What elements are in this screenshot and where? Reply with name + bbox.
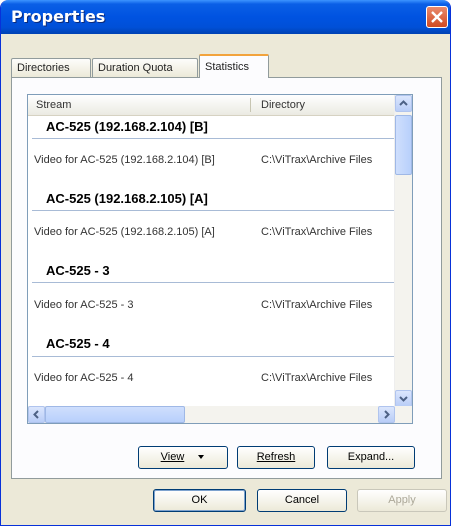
list-item-stream[interactable]: Video for AC-525 (192.168.2.104) [B] <box>34 154 215 166</box>
ok-button-label: OK <box>191 494 208 506</box>
ok-button[interactable]: OK <box>153 489 246 512</box>
group-title: AC-525 (192.168.2.105) [A] <box>46 191 208 206</box>
list-header: Stream Directory <box>28 95 395 116</box>
list-item-directory[interactable]: C:\ViTrax\Archive Files <box>261 372 372 384</box>
properties-window: Properties Directories Duration Quota St… <box>0 0 451 526</box>
view-dropdown-button[interactable]: View <box>138 446 228 469</box>
horizontal-scrollbar[interactable] <box>28 406 412 423</box>
group-title: AC-525 - 3 <box>46 263 110 278</box>
chevron-up-icon <box>399 100 408 106</box>
apply-button: Apply <box>357 489 447 512</box>
list-item-directory[interactable]: C:\ViTrax\Archive Files <box>261 154 372 166</box>
group-title: AC-525 (192.168.2.104) [B] <box>46 119 208 134</box>
group-divider <box>32 210 394 211</box>
expand-button[interactable]: Expand... <box>327 446 415 469</box>
column-header-stream[interactable]: Stream <box>36 99 71 111</box>
tab-duration-quota[interactable]: Duration Quota <box>92 58 198 77</box>
group-divider <box>32 282 394 283</box>
window-title: Properties <box>11 7 106 26</box>
column-header-directory[interactable]: Directory <box>261 99 305 111</box>
tab-statistics[interactable]: Statistics <box>199 54 269 78</box>
vertical-scrollbar[interactable] <box>394 95 412 407</box>
cancel-button[interactable]: Cancel <box>257 489 347 512</box>
horizontal-scroll-thumb[interactable] <box>45 406 185 423</box>
expand-button-label: Expand... <box>347 451 395 463</box>
apply-button-label: Apply <box>388 494 416 506</box>
list-item-stream[interactable]: Video for AC-525 (192.168.2.105) [A] <box>34 226 215 238</box>
scroll-right-button[interactable] <box>378 406 395 423</box>
column-divider[interactable] <box>250 98 251 112</box>
vertical-scroll-thumb[interactable] <box>395 115 412 175</box>
title-bar[interactable]: Properties <box>1 0 450 34</box>
cancel-button-label: Cancel <box>284 494 320 506</box>
list-item-stream[interactable]: Video for AC-525 - 3 <box>34 299 133 311</box>
close-icon <box>431 11 443 23</box>
refresh-button[interactable]: Refresh <box>237 446 315 469</box>
chevron-down-icon <box>198 455 205 459</box>
tab-directories[interactable]: Directories <box>11 58 91 77</box>
list-item-directory[interactable]: C:\ViTrax\Archive Files <box>261 299 372 311</box>
group-divider <box>32 356 394 357</box>
refresh-button-label: Refresh <box>256 451 296 463</box>
statistics-list[interactable]: Stream Directory AC-525 (192.168.2.104) … <box>27 94 413 424</box>
scroll-down-button[interactable] <box>395 390 412 407</box>
dialog-body: Directories Duration Quota Statistics St… <box>5 34 447 522</box>
list-item-directory[interactable]: C:\ViTrax\Archive Files <box>261 226 372 238</box>
scroll-left-button[interactable] <box>28 406 45 423</box>
group-title: AC-525 - 4 <box>46 336 110 351</box>
group-divider <box>32 138 394 139</box>
chevron-down-icon <box>399 396 408 402</box>
chevron-right-icon <box>384 410 390 419</box>
chevron-left-icon <box>33 410 39 419</box>
list-item-stream[interactable]: Video for AC-525 - 4 <box>34 372 133 384</box>
view-button-label: View <box>160 451 185 463</box>
close-button[interactable] <box>426 6 448 28</box>
scroll-up-button[interactable] <box>395 95 412 112</box>
